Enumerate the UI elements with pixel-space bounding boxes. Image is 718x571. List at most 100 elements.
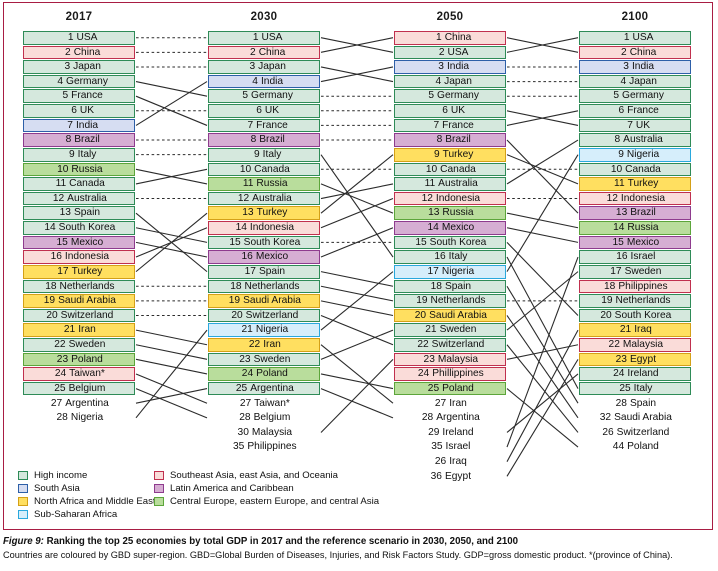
row-rank: 9	[618, 148, 624, 160]
ranking-row: 18 Netherlands	[208, 279, 320, 294]
ranking-row: 9 Italy	[23, 147, 135, 162]
row-rank: 4	[620, 75, 627, 87]
legend-label: Southeast Asia, east Asia, and Oceania	[170, 470, 339, 481]
row-rank: 35	[431, 441, 443, 453]
rank-line-change	[506, 110, 579, 126]
column-header-2017: 2017	[65, 11, 93, 23]
ranking-row: 25 Italy	[579, 381, 691, 396]
row-country-name: Germany	[437, 90, 479, 102]
row-country-name: Nigeria	[626, 148, 660, 160]
row-country-name: France	[442, 119, 474, 131]
rank-line-change	[320, 344, 394, 404]
row-rank: 1	[252, 32, 259, 43]
row-rank: 14	[427, 222, 439, 234]
row-country-name: Indonesia	[64, 251, 110, 263]
row-rank: 4	[435, 75, 442, 87]
rank-line-change	[506, 373, 579, 433]
ranking-row: 15 Mexico	[23, 235, 135, 250]
ranking-row: 17 Turkey	[23, 264, 135, 279]
rank-line-change	[135, 81, 208, 126]
row-rank: 7	[433, 119, 440, 131]
ranking-row-unranked: 27 Taiwan*	[208, 397, 320, 411]
row-rank: 6	[71, 105, 77, 117]
ranking-row-unranked: 44 Poland	[579, 440, 691, 454]
ranking-row: 12 Australia	[208, 191, 320, 206]
row-rank: 21	[425, 324, 437, 336]
ranking-row: 8 Brazil	[23, 133, 135, 147]
legend-label: High income	[34, 470, 88, 481]
caption-title-text: Ranking the top 25 economies by total GD…	[43, 536, 519, 547]
row-country-name: Sweden	[439, 324, 477, 336]
row-country-name: China	[73, 46, 101, 58]
row-rank: 16	[241, 251, 253, 263]
row-rank: 24	[241, 368, 254, 380]
row-rank: 11	[424, 178, 436, 190]
ranking-row: 3 India	[394, 60, 506, 74]
ranking-row: 2 USA	[394, 45, 506, 60]
rank-line-change	[135, 329, 208, 346]
row-rank: 24	[613, 368, 625, 380]
row-rank: 17	[610, 265, 622, 277]
ranking-row: 21 Sweden	[394, 323, 506, 337]
row-rank: 30	[237, 426, 249, 438]
row-rank: 4	[252, 75, 258, 87]
ranking-row: 20 South Korea	[579, 308, 691, 323]
legend-swatch-icon	[154, 497, 164, 506]
row-rank: 13	[59, 207, 71, 219]
ranking-row: 3 India	[579, 60, 691, 74]
row-rank: 14	[44, 222, 56, 234]
ranking-row: 10 Russia	[23, 162, 135, 177]
row-country-name: Russia	[442, 207, 474, 219]
row-rank: 14	[613, 222, 625, 234]
rank-line-change	[506, 37, 579, 53]
figure-panel: 2017 2030 2050 2100 1 USA 2 China 3 Japan 4 German…	[0, 0, 718, 571]
rank-line-change	[135, 212, 208, 273]
rank-line-change	[320, 154, 394, 258]
ranking-row: 19 Saudi Arabia	[208, 294, 320, 308]
row-rank: 25	[235, 382, 248, 394]
row-rank: 11	[614, 178, 625, 190]
row-country-name: Iran	[78, 324, 96, 336]
ranking-row: 9 Nigeria	[579, 147, 691, 162]
row-rank: 13	[242, 207, 254, 219]
ranking-row: 24 Phillippines	[394, 367, 506, 381]
row-rank: 20	[46, 309, 58, 321]
row-country-name: Malaysia	[437, 353, 479, 365]
row-rank: 23	[423, 353, 435, 365]
row-country-name: Switzerland	[60, 309, 114, 321]
row-country-name: Canada	[69, 178, 105, 190]
row-rank: 1	[67, 32, 74, 43]
row-rank: 1	[436, 32, 442, 43]
row-country-name: Germany	[622, 90, 664, 102]
ranking-row-unranked: 35 Philippines	[208, 440, 320, 454]
rank-line-change	[135, 241, 208, 258]
ranking-row: 2 China	[579, 45, 691, 60]
row-rank: 17	[244, 265, 256, 277]
ranking-row: 25 Argentina	[208, 381, 320, 396]
row-country-name: Philippines	[247, 441, 297, 453]
caption-figure-label: Figure 9:	[3, 536, 44, 547]
legend-label: Sub-Saharan Africa	[34, 509, 118, 520]
ranking-row: 19 Netherlands	[394, 294, 506, 308]
ranking-row: 12 Australia	[23, 191, 135, 206]
rank-line-change	[506, 359, 579, 477]
row-rank: 21	[619, 324, 632, 336]
ranking-row: 1 USA	[208, 31, 320, 45]
row-rank: 3	[64, 61, 71, 73]
rank-line-change	[506, 256, 579, 389]
legend-swatch-icon	[18, 484, 28, 493]
ranking-row: 13 Russia	[394, 206, 506, 221]
row-country-name: Saudi Arabia	[58, 295, 116, 307]
ranking-row: 5 Germany	[579, 89, 691, 104]
ranking-row: 4 Japan	[394, 74, 506, 89]
row-country-name: Russia	[71, 163, 103, 175]
row-country-name: South Korea	[58, 222, 116, 234]
row-rank: 17	[427, 265, 439, 277]
row-rank: 16	[616, 251, 628, 263]
ranking-row: 20 Saudi Arabia	[394, 308, 506, 323]
ranking-row: 21 Iraq	[579, 323, 691, 337]
row-country-name: Israel	[630, 251, 656, 263]
caption-body: Countries are coloured by GBD super-regi…	[3, 550, 673, 560]
ranking-row-unranked: 26 Iraq	[394, 455, 506, 469]
legend-swatch-icon	[154, 471, 164, 480]
